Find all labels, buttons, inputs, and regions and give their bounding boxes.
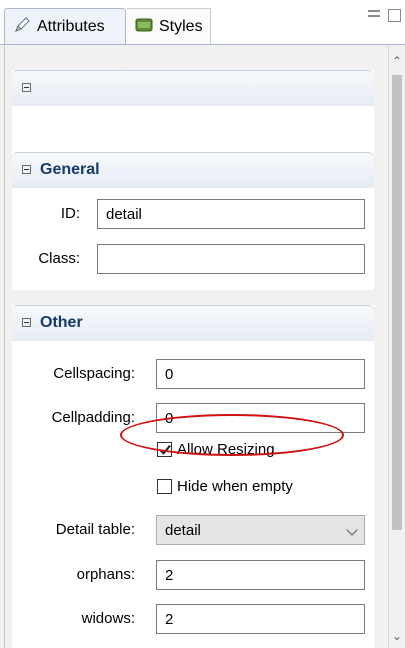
panel-border	[4, 45, 5, 648]
id-field[interactable]	[97, 199, 365, 229]
hide-when-empty-row[interactable]: Hide when empty	[157, 478, 293, 495]
section-other: Other	[12, 305, 374, 648]
css-icon	[135, 17, 153, 37]
pencil-icon	[13, 16, 31, 38]
orphans-label: orphans:	[76, 566, 135, 583]
collapse-icon[interactable]	[22, 318, 31, 327]
chevron-down-icon	[346, 524, 358, 536]
section-header[interactable]: Other	[12, 305, 374, 341]
section-title: Other	[40, 314, 83, 331]
detail-table-select[interactable]: detail	[156, 515, 365, 545]
detail-table-label: Detail table:	[55, 521, 135, 538]
detail-table-value: detail	[165, 522, 201, 539]
minimize-icon[interactable]	[368, 10, 380, 17]
section-unnamed	[12, 70, 374, 155]
tab-styles[interactable]: Styles	[127, 8, 211, 44]
collapse-icon[interactable]	[22, 83, 31, 92]
tab-bar: Attributes Styles	[0, 0, 405, 45]
tab-attributes[interactable]: Attributes	[4, 8, 126, 44]
class-field[interactable]	[97, 244, 365, 274]
tab-styles-label: Styles	[159, 17, 203, 35]
widows-label: widows:	[81, 610, 135, 627]
attributes-panel: General ID: Class: Other Cellspacing: Ce…	[0, 45, 405, 648]
tab-attributes-label: Attributes	[37, 17, 105, 35]
widows-field[interactable]	[156, 604, 365, 634]
class-label: Class:	[38, 250, 80, 267]
scrollbar-thumb[interactable]	[392, 75, 402, 530]
section-header[interactable]	[12, 70, 374, 106]
cellspacing-field[interactable]	[156, 359, 365, 389]
id-label: ID:	[60, 205, 80, 222]
vertical-scrollbar[interactable]: ⌃ ⌄	[389, 45, 405, 648]
scroll-up-icon[interactable]: ⌃	[389, 53, 405, 69]
annotation-ellipse	[120, 414, 344, 456]
scroll-down-icon[interactable]: ⌄	[389, 628, 405, 644]
orphans-field[interactable]	[156, 560, 365, 590]
maximize-icon[interactable]	[388, 9, 401, 22]
section-title: General	[40, 161, 100, 178]
cellpadding-label: Cellpadding:	[51, 409, 135, 426]
collapse-icon[interactable]	[22, 165, 31, 174]
section-header[interactable]: General	[12, 152, 374, 188]
hide-when-empty-checkbox[interactable]	[157, 479, 172, 494]
cellspacing-label: Cellspacing:	[53, 365, 135, 382]
hide-when-empty-label: Hide when empty	[177, 478, 293, 495]
